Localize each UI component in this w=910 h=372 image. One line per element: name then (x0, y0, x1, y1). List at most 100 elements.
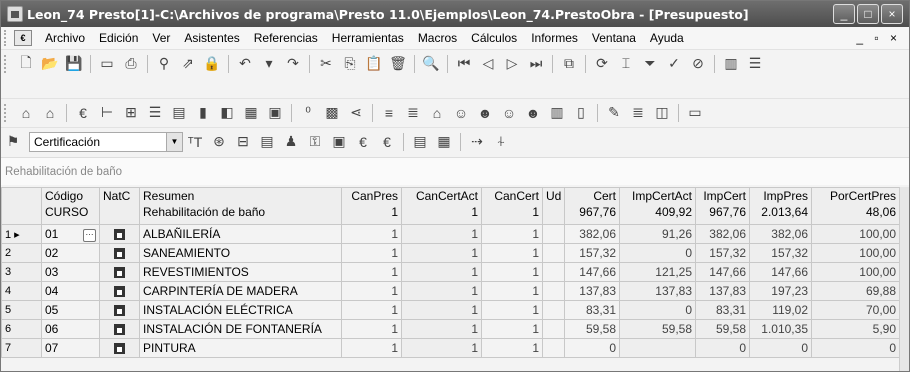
cell-cancert[interactable]: 1 (481, 224, 543, 244)
people-icon[interactable]: ☺ (451, 103, 471, 123)
cell-cancertact[interactable]: 1 (401, 243, 482, 263)
settings-icon[interactable]: ⊛ (209, 132, 229, 152)
arrow-list-icon[interactable]: ⇢ (467, 132, 487, 152)
cell-cancert[interactable]: 1 (481, 338, 543, 358)
cell-ud[interactable] (542, 243, 565, 263)
cell-ud[interactable] (542, 262, 565, 282)
cell-cert[interactable]: 137,83 (564, 281, 620, 301)
menubar-grip[interactable] (4, 30, 10, 46)
table-row[interactable]: 6 06 INSTALACIÓN DE FONTANERÍA 1 1 1 59,… (1, 319, 900, 339)
calendar-icon[interactable]: ▣ (329, 132, 349, 152)
house-small-icon[interactable]: ⌂ (427, 103, 447, 123)
document-icon[interactable]: ▯ (571, 103, 591, 123)
cell-impcert[interactable]: 83,31 (695, 300, 750, 320)
cell-resumen[interactable]: REVESTIMIENTOS (139, 262, 342, 282)
toolbar-grip[interactable] (4, 54, 10, 73)
cell-codigo[interactable]: 07 (41, 338, 100, 358)
cell-porcertpres[interactable]: 0 (811, 338, 900, 358)
align-icon[interactable]: ≡ (379, 103, 399, 123)
indent-icon[interactable]: ≣ (403, 103, 423, 123)
header-natc[interactable]: NatC (99, 187, 140, 225)
cell-natc[interactable] (99, 262, 140, 282)
header-codigo[interactable]: Código CURSO (41, 187, 100, 225)
last-icon[interactable]: ⏭ (526, 54, 546, 74)
cell-cancert[interactable]: 1 (481, 300, 543, 320)
window-icon[interactable]: ◫ (652, 103, 672, 123)
people-icon[interactable]: ♟ (281, 132, 301, 152)
cell-cancertact[interactable]: 1 (401, 338, 482, 358)
row-number[interactable]: 1 ▸ (1, 224, 42, 244)
cell-resumen[interactable]: ALBAÑILERÍA (139, 224, 342, 244)
cell-porcertpres[interactable]: 100,00 (811, 243, 900, 263)
table-icon[interactable]: ▦ (241, 103, 261, 123)
table-row[interactable]: 3 03 REVESTIMIENTOS 1 1 1 147,66 121,25 … (1, 262, 900, 282)
cell-impcert[interactable]: 0 (695, 338, 750, 358)
zero-icon[interactable]: ⁰ (298, 103, 318, 123)
delete-icon[interactable]: 🗑 (388, 54, 408, 74)
certification-icon[interactable]: ⚑ (3, 132, 23, 152)
mdi-controls[interactable]: _ ▫ × (856, 31, 901, 45)
cell-cert[interactable]: 382,06 (564, 224, 620, 244)
cell-natc[interactable] (99, 243, 140, 263)
cell-impcertact[interactable]: 91,26 (619, 224, 696, 244)
cell-impcertact[interactable]: 121,25 (619, 262, 696, 282)
undo-icon[interactable]: ↶ (235, 54, 255, 74)
cell-canpres[interactable]: 1 (341, 262, 402, 282)
cell-codigo[interactable]: 06 (41, 319, 100, 339)
header-ud[interactable]: Ud (542, 187, 565, 225)
cell-codigo[interactable]: 02 (41, 243, 100, 263)
minimize-button[interactable]: _ (833, 4, 855, 24)
cell-resumen[interactable]: INSTALACIÓN ELÉCTRICA (139, 300, 342, 320)
cell-cert[interactable]: 59,58 (564, 319, 620, 339)
menu-macros[interactable]: Macros (411, 31, 464, 45)
header-cancert[interactable]: CanCert 1 (481, 187, 543, 225)
header-canpres[interactable]: CanPres 1 (341, 187, 402, 225)
cell-cert[interactable]: 83,31 (564, 300, 620, 320)
menu-herramientas[interactable]: Herramientas (325, 31, 411, 45)
header-cert[interactable]: Cert 967,76 (564, 187, 620, 225)
people-team-icon[interactable]: ☻ (523, 103, 543, 123)
menu-referencias[interactable]: Referencias (247, 31, 325, 45)
add-icon[interactable]: ◧ (217, 103, 237, 123)
vertical-scrollbar[interactable] (899, 187, 909, 371)
lock-icon[interactable]: 🔒 (202, 54, 222, 74)
grid-icon[interactable]: ▣ (265, 103, 285, 123)
cell-cancert[interactable]: 1 (481, 243, 543, 263)
cell-impcert[interactable]: 157,32 (695, 243, 750, 263)
redo-icon[interactable]: ↷ (283, 54, 303, 74)
row-number[interactable]: 4 (1, 281, 42, 301)
previous-icon[interactable]: ◁ (478, 54, 498, 74)
share-icon[interactable]: ⋖ (346, 103, 366, 123)
cell-porcertpres[interactable]: 100,00 (811, 224, 900, 244)
menu-asistentes[interactable]: Asistentes (177, 31, 246, 45)
cell-imppres[interactable]: 157,32 (749, 243, 812, 263)
table-row[interactable]: 5 05 INSTALACIÓN ELÉCTRICA 1 1 1 83,31 0… (1, 300, 900, 320)
euro-alt-icon[interactable]: € (377, 132, 397, 152)
cell-codigo[interactable]: 04 (41, 281, 100, 301)
clear-filter-icon[interactable]: ⊘ (688, 54, 708, 74)
chevron-down-icon[interactable]: ▼ (166, 132, 182, 151)
cell-impcertact[interactable]: 59,58 (619, 319, 696, 339)
cell-canpres[interactable]: 1 (341, 338, 402, 358)
cell-impcert[interactable]: 137,83 (695, 281, 750, 301)
cell-cancert[interactable]: 1 (481, 281, 543, 301)
split-vertical-icon[interactable]: ▥ (721, 54, 741, 74)
cell-ud[interactable] (542, 281, 565, 301)
recalculate-icon[interactable]: ⟳ (592, 54, 612, 74)
cell-natc[interactable] (99, 224, 140, 244)
ellipsis-button[interactable]: ··· (83, 228, 96, 242)
menu-ver[interactable]: Ver (145, 31, 177, 45)
key-icon[interactable]: ⚿ (305, 132, 325, 152)
cell-impcertact[interactable]: 0 (619, 300, 696, 320)
new-icon[interactable]: 🗋 (16, 54, 36, 74)
cell-imppres[interactable]: 0 (749, 338, 812, 358)
cell-codigo[interactable]: 01 ··· (41, 224, 100, 244)
tree-branch-icon[interactable]: ⊢ (97, 103, 117, 123)
cell-natc[interactable] (99, 281, 140, 301)
expand-tree-icon[interactable]: ⊞ (121, 103, 141, 123)
split-horizontal-icon[interactable]: ☰ (745, 54, 765, 74)
header-impcertact[interactable]: ImpCertAct 409,92 (619, 187, 696, 225)
cell-natc[interactable] (99, 338, 140, 358)
text-format-icon[interactable]: ≣ (628, 103, 648, 123)
cell-cancertact[interactable]: 1 (401, 262, 482, 282)
